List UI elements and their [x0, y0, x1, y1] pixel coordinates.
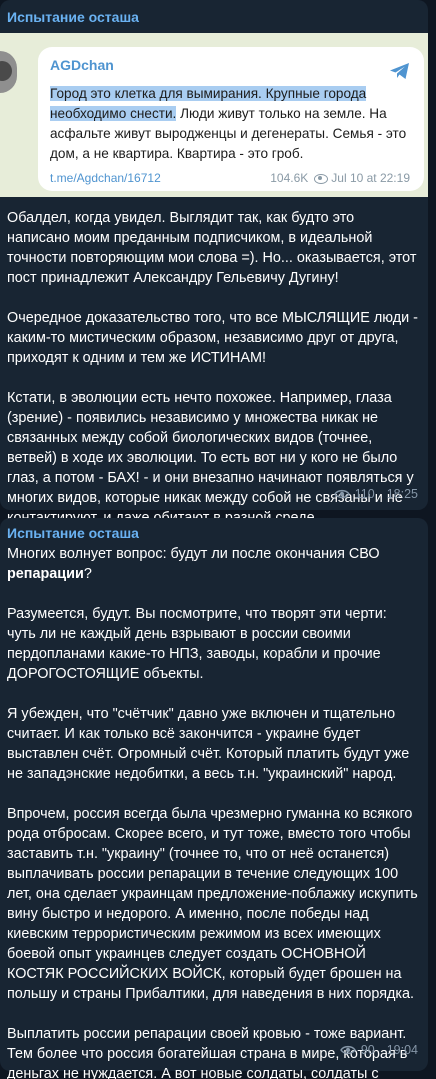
eye-icon: [339, 1045, 356, 1055]
embedded-screenshot-image[interactable]: AGDchan Город это клетка для вымирания. …: [0, 33, 428, 197]
telegram-share-icon: [390, 63, 409, 79]
eye-icon: [333, 489, 350, 499]
view-count: 90: [360, 1043, 375, 1057]
avatar: [0, 51, 17, 93]
forwarded-views: 104.6K: [270, 171, 309, 185]
forwarded-message-link: t.me/Agdchan/16712: [50, 171, 161, 185]
message-paragraph: Многих волнует вопрос: будут ли после ок…: [7, 544, 419, 584]
intro-text: Многих волнует вопрос: будут ли после ок…: [7, 546, 380, 562]
message-paragraph: Впрочем, россия всегда была чрезмерно гу…: [7, 806, 418, 1002]
message-paragraph: Кстати, в эволюции есть нечто похожее. Н…: [7, 390, 414, 526]
forwarded-sender-name: AGDchan: [50, 57, 114, 73]
message-paragraph: Обалдел, когда увидел. Выглядит так, как…: [7, 210, 417, 286]
intro-bold-text: репарации: [7, 566, 84, 582]
message-meta: 110 18:25: [333, 487, 418, 501]
forwarded-message-card: AGDchan Город это клетка для вымирания. …: [38, 47, 424, 191]
forwarded-date: Jul 10 at 22:19: [331, 171, 410, 185]
forwarded-message-meta: 104.6K Jul 10 at 22:19: [270, 171, 410, 185]
channel-post: Испытание осташа AGDchan Город это клетк…: [0, 0, 428, 526]
view-count: 110: [354, 487, 375, 501]
message-feed: Испытание осташа AGDchan Город это клетк…: [0, 0, 436, 1079]
message-paragraph: Очередное доказательство того, что все М…: [7, 310, 418, 366]
message-text: Многих волнует вопрос: будут ли после ок…: [7, 544, 419, 1079]
intro-end-text: ?: [83, 566, 92, 582]
message-time: 19:04: [386, 1043, 418, 1057]
message-text: Обалдел, когда увидел. Выглядит так, как…: [7, 208, 419, 528]
message-paragraph: Разумеется, будут. Вы посмотрите, что тв…: [7, 606, 387, 682]
message-time: 18:25: [386, 487, 418, 501]
message-meta: 90 19:04: [339, 1043, 418, 1057]
forwarded-message-text: Город это клетка для вымирания. Крупные …: [50, 84, 418, 164]
message-paragraph: Я убежден, что "счётчик" давно уже включ…: [7, 706, 410, 782]
channel-post: Испытание осташа Многих волнует вопрос: …: [0, 518, 428, 1079]
channel-name[interactable]: Испытание осташа: [7, 525, 139, 541]
channel-name[interactable]: Испытание осташа: [7, 9, 139, 25]
eye-icon: [314, 173, 329, 184]
